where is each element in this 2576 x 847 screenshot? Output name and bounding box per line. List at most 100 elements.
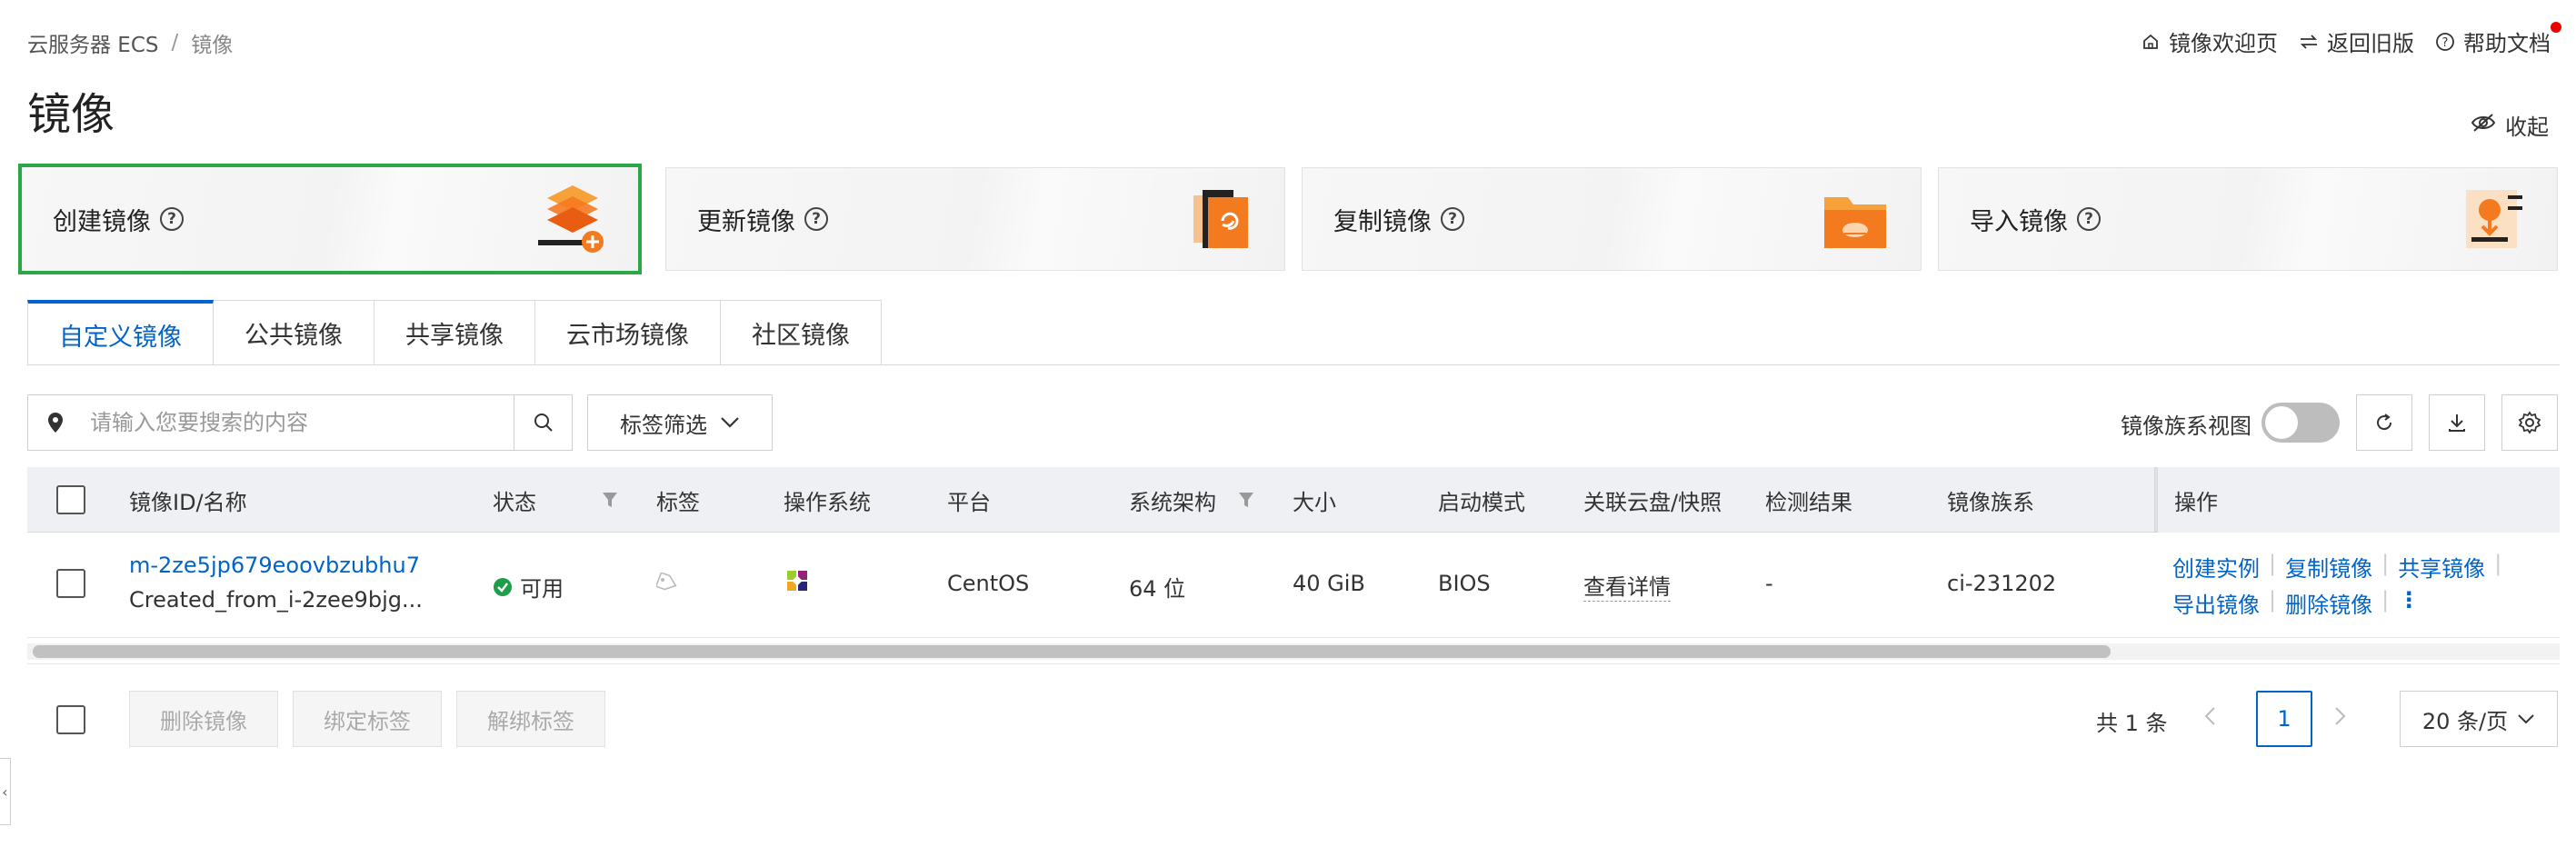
check-value: -: [1765, 571, 1773, 596]
select-all-checkbox[interactable]: [56, 485, 85, 514]
check-circle-icon: [494, 577, 512, 596]
swap-icon: [2298, 31, 2320, 53]
help-icon[interactable]: ?: [804, 207, 828, 231]
tab-market[interactable]: 云市场镜像: [535, 300, 721, 365]
help-docs-link-label: 帮助文档: [2463, 31, 2551, 56]
filter-icon[interactable]: [602, 467, 618, 533]
old-version-link-label: 返回旧版: [2327, 31, 2414, 56]
layers-add-icon: [538, 185, 604, 253]
column-size: 大小: [1293, 489, 1336, 515]
search-box: [27, 394, 573, 451]
import-image-card[interactable]: 导入镜像?: [1938, 167, 2558, 271]
breadcrumb: 云服务器 ECS / 镜像: [27, 27, 233, 58]
gear-icon: [2518, 411, 2541, 434]
image-id-link[interactable]: m-2ze5jp679eoovbzubhu7: [129, 553, 420, 578]
location-pin-icon[interactable]: [28, 412, 83, 433]
table-bottom-line: [27, 663, 2560, 664]
help-icon[interactable]: ?: [160, 207, 184, 231]
download-button[interactable]: [2429, 394, 2485, 451]
filter-icon[interactable]: [1238, 467, 1254, 533]
breadcrumb-root[interactable]: 云服务器 ECS: [27, 27, 159, 58]
create-instance-link[interactable]: 创建实例: [2172, 551, 2260, 583]
page-size-select[interactable]: 20 条/页: [2400, 691, 2558, 747]
search-input[interactable]: [83, 395, 514, 450]
page-1-button[interactable]: 1: [2256, 691, 2312, 747]
more-actions-button[interactable]: ⋮: [2398, 587, 2420, 619]
chevron-left-icon[interactable]: [2203, 705, 2216, 732]
chevron-down-icon: [2518, 714, 2534, 724]
update-image-card[interactable]: 更新镜像?: [665, 167, 1285, 271]
footer-select-all-checkbox[interactable]: [56, 705, 85, 734]
page-size-label: 20 条/页: [2421, 708, 2509, 734]
column-ops: 操作: [2174, 489, 2218, 515]
tag-icon[interactable]: [654, 572, 678, 598]
family-value: ci-231202: [1947, 571, 2057, 596]
family-view-toggle[interactable]: [2261, 403, 2340, 443]
column-os: 操作系统: [784, 489, 871, 515]
image-name: Created_from_i-2zee9bjg...: [129, 587, 423, 613]
breadcrumb-separator: /: [171, 31, 179, 55]
help-icon[interactable]: ?: [1441, 207, 1464, 231]
status-badge: 可用: [493, 571, 564, 603]
old-version-link[interactable]: 返回旧版: [2298, 25, 2414, 57]
collapse-label: 收起: [2505, 115, 2549, 140]
row-actions-line2: 导出镜像 | 删除镜像 | ⋮: [2172, 587, 2421, 619]
folder-cloud-icon: [1824, 197, 1886, 248]
copy-image-link[interactable]: 复制镜像: [2285, 551, 2372, 583]
collapse-button[interactable]: 收起: [2471, 109, 2549, 141]
status-text: 可用: [520, 576, 564, 602]
settings-button[interactable]: [2501, 394, 2558, 451]
row-checkbox[interactable]: [56, 569, 85, 598]
top-links: 镜像欢迎页 返回旧版 ? 帮助文档: [2140, 22, 2561, 57]
batch-delete-button[interactable]: 删除镜像: [129, 691, 278, 747]
import-upload-icon: [2466, 190, 2522, 248]
welcome-link-label: 镜像欢迎页: [2169, 31, 2278, 56]
eye-off-icon: [2471, 113, 2496, 138]
chevron-right-icon[interactable]: [2334, 705, 2347, 732]
export-image-link[interactable]: 导出镜像: [2172, 587, 2260, 619]
disk-details-link[interactable]: 查看详情: [1583, 569, 1671, 602]
help-icon[interactable]: ?: [2077, 207, 2101, 231]
tabs-divider: [27, 364, 2560, 365]
search-button[interactable]: [514, 395, 572, 450]
refresh-button[interactable]: [2356, 394, 2412, 451]
bind-tags-button[interactable]: 绑定标签: [293, 691, 442, 747]
boot-value: BIOS: [1438, 571, 1491, 596]
tab-custom[interactable]: 自定义镜像: [27, 300, 214, 365]
total-count: 共 1 条: [2096, 711, 2168, 736]
help-icon: ?: [2434, 31, 2456, 53]
table-row: m-2ze5jp679eoovbzubhu7 Created_from_i-2z…: [27, 533, 2560, 638]
page-title: 镜像: [27, 89, 115, 140]
tab-community[interactable]: 社区镜像: [721, 300, 882, 365]
family-view-label: 镜像族系视图: [2121, 414, 2252, 439]
column-status: 状态: [493, 489, 536, 515]
size-value: 40 GiB: [1293, 571, 1365, 596]
arch-value: 64 位: [1129, 576, 1186, 602]
column-family: 镜像族系: [1947, 489, 2034, 515]
download-icon: [2449, 414, 2465, 432]
delete-image-link[interactable]: 删除镜像: [2285, 587, 2372, 619]
tag-filter-dropdown[interactable]: 标签筛选: [587, 394, 773, 451]
create-image-card[interactable]: 创建镜像?: [18, 164, 642, 274]
help-docs-link[interactable]: ? 帮助文档: [2434, 22, 2561, 57]
copy-image-card[interactable]: 复制镜像?: [1302, 167, 1922, 271]
share-image-link[interactable]: 共享镜像: [2398, 551, 2485, 583]
ops-header-bg: 操作: [2157, 467, 2560, 533]
toggle-knob: [2265, 406, 2298, 439]
side-panel-handle[interactable]: ‹: [0, 758, 11, 825]
horizontal-scrollbar-thumb[interactable]: [33, 645, 2111, 658]
column-platform: 平台: [947, 489, 991, 515]
copy-image-card-label: 复制镜像: [1333, 207, 1432, 236]
tab-public[interactable]: 公共镜像: [214, 300, 374, 365]
tab-shared[interactable]: 共享镜像: [374, 300, 535, 365]
tag-filter-label: 标签筛选: [620, 412, 707, 438]
column-arch: 系统架构: [1129, 489, 1216, 515]
search-icon: [534, 414, 553, 432]
column-id: 镜像ID/名称: [129, 489, 247, 515]
row-actions-line1: 创建实例 | 复制镜像 | 共享镜像 |: [2172, 551, 2502, 583]
update-image-card-label: 更新镜像: [697, 207, 795, 236]
column-tags: 标签: [656, 489, 700, 515]
unbind-tags-button[interactable]: 解绑标签: [456, 691, 605, 747]
import-image-card-label: 导入镜像: [1970, 207, 2068, 236]
welcome-link[interactable]: 镜像欢迎页: [2140, 25, 2278, 57]
